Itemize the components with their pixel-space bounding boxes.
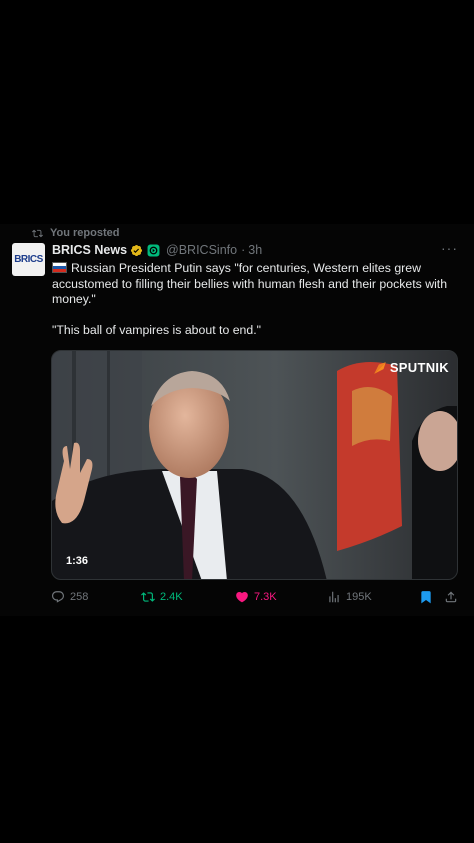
tweet-card[interactable]: You reposted BRICS BRICS News @BRICSinfo…	[0, 224, 474, 616]
repost-count: 2.4K	[160, 591, 183, 603]
avatar-logo-text: BRICS	[14, 254, 43, 265]
bookmark-icon	[421, 591, 431, 604]
share-button[interactable]	[444, 590, 458, 604]
tweet-header: BRICS News @BRICSinfo · 3h	[52, 243, 262, 257]
views-icon	[329, 591, 339, 603]
header-separator: ·	[241, 243, 246, 257]
reply-icon	[52, 591, 64, 603]
author-name[interactable]: BRICS News	[52, 243, 127, 257]
tweet-paragraph-2: "This ball of vampires is about to end."	[52, 322, 261, 337]
post-time[interactable]: 3h	[248, 243, 262, 257]
verified-badge-icon[interactable]	[130, 244, 143, 257]
reply-button[interactable]: 258	[51, 590, 88, 604]
affiliate-badge-icon[interactable]	[147, 244, 160, 257]
action-bar: 258 2.4K 7.3K 195K	[0, 590, 474, 608]
bookmark-button[interactable]	[419, 590, 433, 604]
russia-flag-icon	[52, 262, 67, 273]
more-options-button[interactable]: ···	[441, 240, 458, 256]
like-button[interactable]: 7.3K	[235, 590, 277, 604]
repost-icon	[32, 229, 43, 237]
sputnik-watermark-text: SPUTNIK	[389, 360, 449, 375]
tweet-paragraph-1: Russian President Putin says "for centur…	[52, 261, 458, 308]
author-handle[interactable]: @BRICSinfo	[166, 243, 237, 257]
share-icon	[445, 591, 457, 603]
tweet-text: Russian President Putin says "for centur…	[52, 261, 458, 338]
video-frame-image	[52, 351, 457, 579]
views-count: 195K	[346, 591, 372, 603]
repost-banner: You reposted	[32, 227, 119, 239]
like-count: 7.3K	[254, 591, 277, 603]
repost-banner-text: You reposted	[50, 227, 120, 239]
heart-icon	[236, 592, 248, 603]
reply-count: 258	[70, 591, 89, 603]
tweet-paragraph-1-text: Russian President Putin says "for centur…	[52, 261, 448, 306]
avatar[interactable]: BRICS	[12, 243, 45, 276]
sputnik-logo-icon	[373, 361, 386, 374]
sputnik-watermark: SPUTNIK	[373, 360, 449, 375]
video-player[interactable]: SPUTNIK 1:36	[51, 350, 458, 580]
views-button[interactable]: 195K	[327, 590, 372, 604]
repost-icon	[141, 592, 155, 602]
video-duration: 1:36	[66, 555, 89, 567]
repost-button[interactable]: 2.4K	[141, 590, 183, 604]
